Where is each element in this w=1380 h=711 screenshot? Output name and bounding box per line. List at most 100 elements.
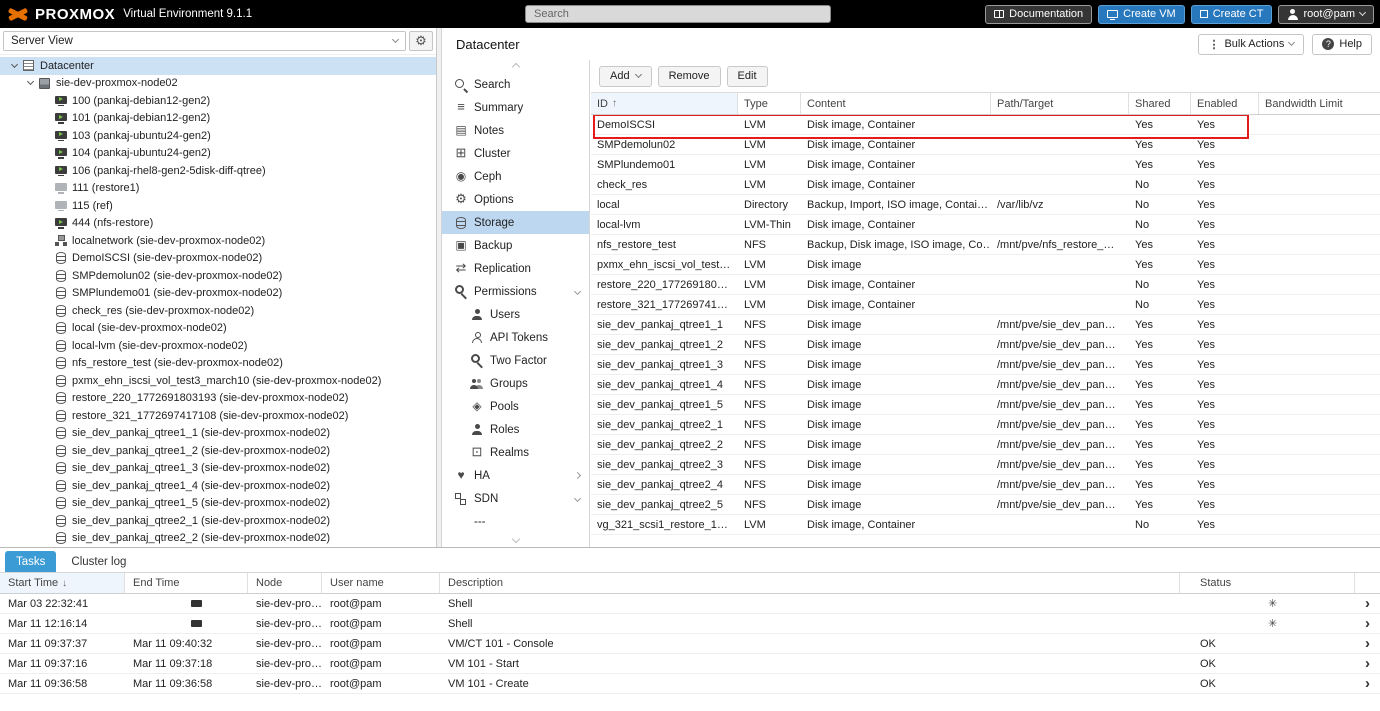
nav-item[interactable]: HA <box>442 464 589 487</box>
nav-item[interactable]: Cluster <box>442 142 589 165</box>
documentation-button[interactable]: Documentation <box>985 5 1092 24</box>
global-search-input[interactable] <box>525 5 831 23</box>
nav-item[interactable]: Roles <box>442 418 589 441</box>
row-chevron-icon[interactable]: › <box>1355 595 1380 612</box>
storage-row[interactable]: restore_220_177269180… LVM Disk image, C… <box>591 275 1380 295</box>
storage-row[interactable]: SMPlundemo01 LVM Disk image, Container Y… <box>591 155 1380 175</box>
tree-item[interactable]: sie_dev_pankaj_qtree2_2 (sie-dev-proxmox… <box>0 530 436 548</box>
storage-row[interactable]: sie_dev_pankaj_qtree1_3 NFS Disk image /… <box>591 355 1380 375</box>
nav-item[interactable]: Permissions <box>442 280 589 303</box>
storage-row[interactable]: check_res LVM Disk image, Container No Y… <box>591 175 1380 195</box>
row-chevron-icon[interactable]: › <box>1355 635 1380 652</box>
nav-item[interactable]: --- <box>442 510 589 533</box>
tree-item[interactable]: 106 (pankaj-rhel8-gen2-5disk-diff-qtree) <box>0 162 436 180</box>
nav-item[interactable]: Groups <box>442 372 589 395</box>
create-vm-button[interactable]: Create VM <box>1098 5 1185 24</box>
help-button[interactable]: Help <box>1312 34 1372 55</box>
storage-row[interactable]: local-lvm LVM-Thin Disk image, Container… <box>591 215 1380 235</box>
tree-item[interactable]: nfs_restore_test (sie-dev-proxmox-node02… <box>0 355 436 373</box>
storage-row[interactable]: sie_dev_pankaj_qtree1_4 NFS Disk image /… <box>591 375 1380 395</box>
edit-button[interactable]: Edit <box>727 66 768 87</box>
storage-row[interactable]: sie_dev_pankaj_qtree2_2 NFS Disk image /… <box>591 435 1380 455</box>
tree-item[interactable]: sie_dev_pankaj_qtree1_1 (sie-dev-proxmox… <box>0 425 436 443</box>
column-header-user-name[interactable]: User name <box>322 573 440 593</box>
nav-item[interactable]: Search <box>442 73 589 96</box>
tree-item[interactable]: local-lvm (sie-dev-proxmox-node02) <box>0 337 436 355</box>
row-chevron-icon[interactable]: › <box>1355 675 1380 692</box>
storage-row[interactable]: sie_dev_pankaj_qtree1_5 NFS Disk image /… <box>591 395 1380 415</box>
tree-item[interactable]: 100 (pankaj-debian12-gen2) <box>0 92 436 110</box>
nav-item[interactable]: SDN <box>442 487 589 510</box>
nav-item[interactable]: Storage <box>442 211 589 234</box>
tree-settings-button[interactable]: ⚙ <box>409 31 433 51</box>
storage-row[interactable]: sie_dev_pankaj_qtree2_1 NFS Disk image /… <box>591 415 1380 435</box>
storage-row[interactable]: sie_dev_pankaj_qtree2_4 NFS Disk image /… <box>591 475 1380 495</box>
storage-row[interactable]: sie_dev_pankaj_qtree1_1 NFS Disk image /… <box>591 315 1380 335</box>
tree-item[interactable]: sie-dev-proxmox-node02 <box>0 75 436 93</box>
column-header-node[interactable]: Node <box>248 573 322 593</box>
nav-item[interactable]: Users <box>442 303 589 326</box>
tree-item[interactable]: sie_dev_pankaj_qtree1_4 (sie-dev-proxmox… <box>0 477 436 495</box>
tab-tasks[interactable]: Tasks <box>5 551 56 572</box>
nav-item[interactable]: Ceph <box>442 165 589 188</box>
storage-row[interactable]: pxmx_ehn_iscsi_vol_test… LVM Disk image … <box>591 255 1380 275</box>
tree-item[interactable]: restore_321_1772697417108 (sie-dev-proxm… <box>0 407 436 425</box>
tree-item[interactable]: local (sie-dev-proxmox-node02) <box>0 320 436 338</box>
nav-item[interactable]: Notes <box>442 119 589 142</box>
storage-row[interactable]: DemoISCSI LVM Disk image, Container Yes … <box>591 115 1380 135</box>
column-header-bandwidth-limit[interactable]: Bandwidth Limit <box>1259 93 1380 114</box>
tree-item[interactable]: check_res (sie-dev-proxmox-node02) <box>0 302 436 320</box>
add-button[interactable]: Add <box>599 66 652 87</box>
column-header-description[interactable]: Description <box>440 573 1180 593</box>
column-header-shared[interactable]: Shared <box>1129 93 1191 114</box>
nav-item[interactable]: API Tokens <box>442 326 589 349</box>
bulk-actions-button[interactable]: ⋮ Bulk Actions <box>1198 34 1304 55</box>
column-header-id[interactable]: ID ↑ <box>591 93 738 114</box>
task-row[interactable]: Mar 11 09:37:16 Mar 11 09:37:18 sie-dev-… <box>0 654 1380 674</box>
storage-row[interactable]: sie_dev_pankaj_qtree2_3 NFS Disk image /… <box>591 455 1380 475</box>
tree-item[interactable]: pxmx_ehn_iscsi_vol_test3_march10 (sie-de… <box>0 372 436 390</box>
column-header-end-time[interactable]: End Time <box>125 573 248 593</box>
tree-item[interactable]: SMPdemolun02 (sie-dev-proxmox-node02) <box>0 267 436 285</box>
create-ct-button[interactable]: Create CT <box>1191 5 1273 24</box>
column-header-type[interactable]: Type <box>738 93 801 114</box>
tree-item[interactable]: 111 (restore1) <box>0 180 436 198</box>
storage-row[interactable]: sie_dev_pankaj_qtree2_5 NFS Disk image /… <box>591 495 1380 515</box>
row-chevron-icon[interactable]: › <box>1355 615 1380 632</box>
storage-row[interactable]: vg_321_scsi1_restore_1… LVM Disk image, … <box>591 515 1380 535</box>
tree-item[interactable]: sie_dev_pankaj_qtree2_1 (sie-dev-proxmox… <box>0 512 436 530</box>
storage-row[interactable]: local Directory Backup, Import, ISO imag… <box>591 195 1380 215</box>
tree-item[interactable]: restore_220_1772691803193 (sie-dev-proxm… <box>0 390 436 408</box>
row-chevron-icon[interactable]: › <box>1355 655 1380 672</box>
task-row[interactable]: Mar 11 12:16:14 sie-dev-pro… root@pam Sh… <box>0 614 1380 634</box>
view-selector[interactable]: Server View <box>3 31 406 51</box>
column-header-enabled[interactable]: Enabled <box>1191 93 1259 114</box>
user-menu-button[interactable]: root@pam <box>1278 5 1374 24</box>
task-row[interactable]: Mar 11 09:36:58 Mar 11 09:36:58 sie-dev-… <box>0 674 1380 694</box>
column-header-status[interactable]: Status <box>1180 573 1355 593</box>
tree-item[interactable]: localnetwork (sie-dev-proxmox-node02) <box>0 232 436 250</box>
column-header-start-time[interactable]: Start Time ↓ <box>0 573 125 593</box>
tree-item[interactable]: 103 (pankaj-ubuntu24-gen2) <box>0 127 436 145</box>
tree-item[interactable]: 115 (ref) <box>0 197 436 215</box>
remove-button[interactable]: Remove <box>658 66 721 87</box>
tree-item[interactable]: Datacenter <box>0 57 436 75</box>
nav-scroll-down[interactable] <box>442 533 589 545</box>
column-header-path-target[interactable]: Path/Target <box>991 93 1129 114</box>
task-row[interactable]: Mar 03 22:32:41 sie-dev-pro… root@pam Sh… <box>0 594 1380 614</box>
nav-item[interactable]: Replication <box>442 257 589 280</box>
tab-cluster-log[interactable]: Cluster log <box>60 551 137 572</box>
column-header-content[interactable]: Content <box>801 93 991 114</box>
nav-item[interactable]: Two Factor <box>442 349 589 372</box>
nav-scroll-up[interactable] <box>442 61 589 73</box>
tree-item[interactable]: DemoISCSI (sie-dev-proxmox-node02) <box>0 250 436 268</box>
tree-item[interactable]: sie_dev_pankaj_qtree1_5 (sie-dev-proxmox… <box>0 495 436 513</box>
nav-item[interactable]: Pools <box>442 395 589 418</box>
task-row[interactable]: Mar 11 09:37:37 Mar 11 09:40:32 sie-dev-… <box>0 634 1380 654</box>
storage-row[interactable]: SMPdemolun02 LVM Disk image, Container Y… <box>591 135 1380 155</box>
tree-item[interactable]: sie_dev_pankaj_qtree1_2 (sie-dev-proxmox… <box>0 442 436 460</box>
nav-item[interactable]: Realms <box>442 441 589 464</box>
nav-item[interactable]: Summary <box>442 96 589 119</box>
storage-row[interactable]: restore_321_177269741… LVM Disk image, C… <box>591 295 1380 315</box>
tree-item[interactable]: 104 (pankaj-ubuntu24-gen2) <box>0 145 436 163</box>
